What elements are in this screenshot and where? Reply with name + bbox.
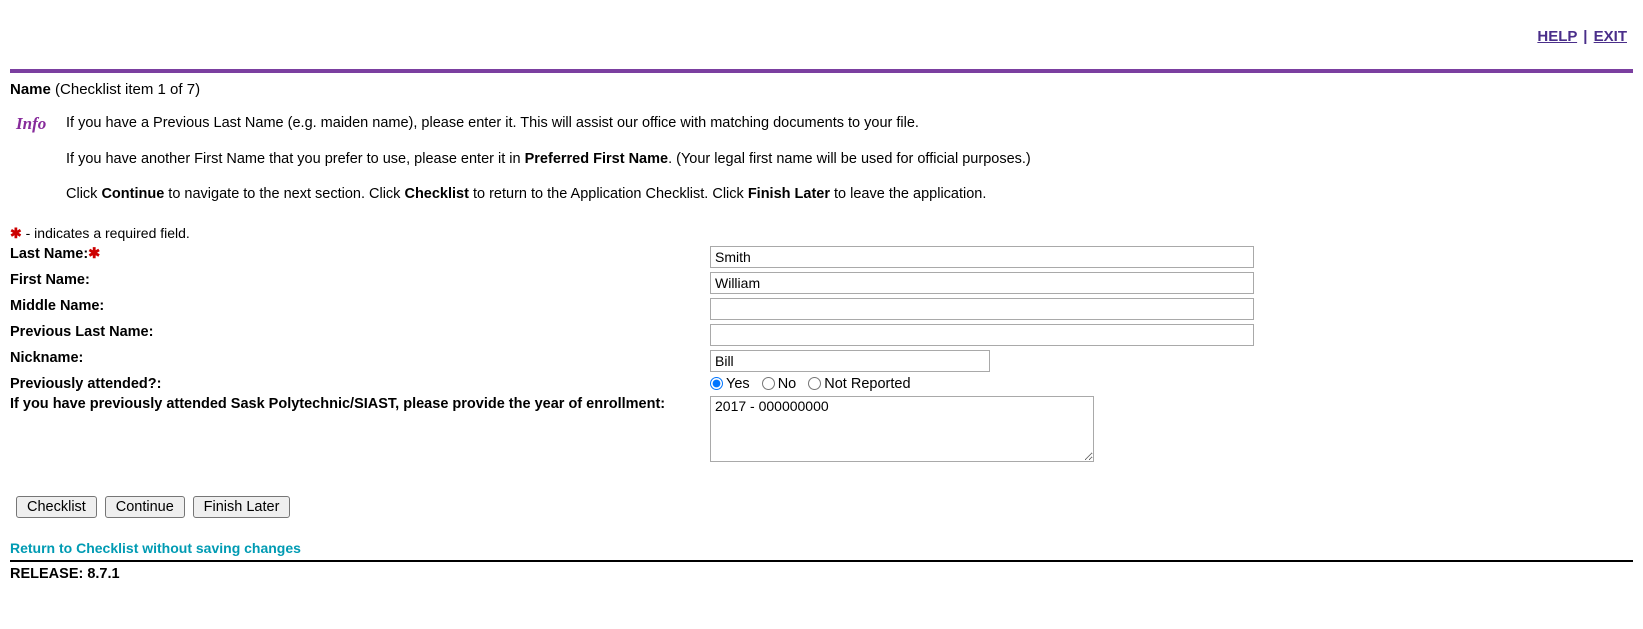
radio-no-text: No: [778, 376, 797, 392]
radio-yes-text: Yes: [726, 376, 750, 392]
enroll-year-textarea[interactable]: [710, 396, 1094, 462]
info-p2-c: . (Your legal first name will be used fo…: [668, 151, 1031, 167]
release-label: RELEASE: 8.7.1: [10, 564, 1633, 582]
radio-yes[interactable]: [710, 377, 723, 390]
radio-yes-label[interactable]: Yes: [710, 376, 750, 392]
row-nickname: Nickname:: [10, 348, 1258, 374]
radio-not-reported-text: Not Reported: [824, 376, 910, 392]
info-text: If you have a Previous Last Name (e.g. m…: [66, 114, 1633, 221]
label-middle-name: Middle Name:: [10, 296, 710, 322]
label-enroll-year: If you have previously attended Sask Pol…: [10, 394, 710, 468]
info-p2-a: If you have another First Name that you …: [66, 151, 525, 167]
checklist-button[interactable]: Checklist: [16, 496, 97, 518]
row-enroll-year: If you have previously attended Sask Pol…: [10, 394, 1258, 468]
label-prev-attended: Previously attended?:: [10, 374, 710, 394]
info-p2-b: Preferred First Name: [525, 151, 668, 167]
required-star-icon: ✱: [10, 225, 22, 241]
button-row: Checklist Continue Finish Later: [16, 496, 1633, 518]
info-p3-a: Click: [66, 186, 101, 202]
radio-not-reported[interactable]: [808, 377, 821, 390]
row-middle-name: Middle Name:: [10, 296, 1258, 322]
middle-name-input[interactable]: [710, 298, 1254, 320]
info-p3-d: Checklist: [404, 186, 468, 202]
radio-no-label[interactable]: No: [762, 376, 797, 392]
nav-separator: |: [1581, 28, 1589, 45]
label-last-name: Last Name:✱: [10, 244, 710, 270]
page-title-main: Name: [10, 81, 51, 98]
first-name-input[interactable]: [710, 272, 1254, 294]
last-name-input[interactable]: [710, 246, 1254, 268]
help-link[interactable]: HELP: [1537, 28, 1577, 45]
info-paragraph-3: Click Continue to navigate to the next s…: [66, 185, 1633, 205]
info-p3-g: to leave the application.: [830, 186, 986, 202]
info-p3-b: Continue: [101, 186, 164, 202]
radio-no[interactable]: [762, 377, 775, 390]
label-prev-last-name: Previous Last Name:: [10, 322, 710, 348]
required-field-note: ✱ - indicates a required field.: [10, 225, 1633, 242]
required-star-icon: ✱: [88, 246, 100, 262]
page-title: Name (Checklist item 1 of 7): [10, 77, 1633, 108]
prev-last-name-input[interactable]: [710, 324, 1254, 346]
return-checklist-link[interactable]: Return to Checklist without saving chang…: [10, 540, 301, 556]
footer-divider: [10, 560, 1633, 562]
info-p3-c: to navigate to the next section. Click: [164, 186, 404, 202]
row-prev-attended: Previously attended?: Yes No Not Reporte…: [10, 374, 1258, 394]
info-icon: Info: [16, 114, 60, 134]
radio-not-reported-label[interactable]: Not Reported: [808, 376, 910, 392]
nickname-input[interactable]: [710, 350, 990, 372]
row-last-name: Last Name:✱: [10, 244, 1258, 270]
info-paragraph-1: If you have a Previous Last Name (e.g. m…: [66, 114, 1633, 134]
page-title-suffix: (Checklist item 1 of 7): [55, 81, 200, 98]
required-note-text: - indicates a required field.: [22, 225, 190, 241]
exit-link[interactable]: EXIT: [1594, 28, 1627, 45]
label-first-name: First Name:: [10, 270, 710, 296]
label-last-name-text: Last Name:: [10, 246, 88, 262]
name-form: Last Name:✱ First Name: Middle Name: Pre…: [10, 244, 1258, 468]
prev-attended-radio-group: Yes No Not Reported: [710, 374, 1258, 394]
finish-later-button[interactable]: Finish Later: [193, 496, 291, 518]
row-prev-last-name: Previous Last Name:: [10, 322, 1258, 348]
header-divider: [10, 69, 1633, 73]
info-block: Info If you have a Previous Last Name (e…: [10, 108, 1633, 221]
continue-button[interactable]: Continue: [105, 496, 185, 518]
info-p3-e: to return to the Application Checklist. …: [469, 186, 748, 202]
info-paragraph-2: If you have another First Name that you …: [66, 150, 1633, 170]
info-p3-f: Finish Later: [748, 186, 830, 202]
label-nickname: Nickname:: [10, 348, 710, 374]
top-nav: HELP | EXIT: [10, 0, 1633, 69]
row-first-name: First Name:: [10, 270, 1258, 296]
